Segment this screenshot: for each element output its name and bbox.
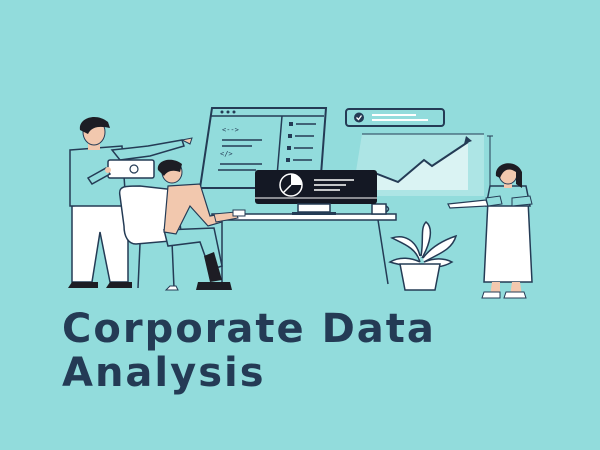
desk [211,213,397,285]
title-line-2: Analysis [62,350,266,396]
banner: <--> </> Corporate Data Analysis [0,0,600,450]
laptop-icon [255,170,377,215]
plant-icon [388,221,458,291]
illustration: <--> </> [68,107,533,299]
tablet-icon [107,159,155,179]
svg-text:</>: </> [220,150,233,158]
mug-icon [371,203,390,215]
check-icon [345,108,445,127]
title-line-1: Corporate Data [62,306,436,352]
svg-text:<-->: <--> [222,126,239,134]
